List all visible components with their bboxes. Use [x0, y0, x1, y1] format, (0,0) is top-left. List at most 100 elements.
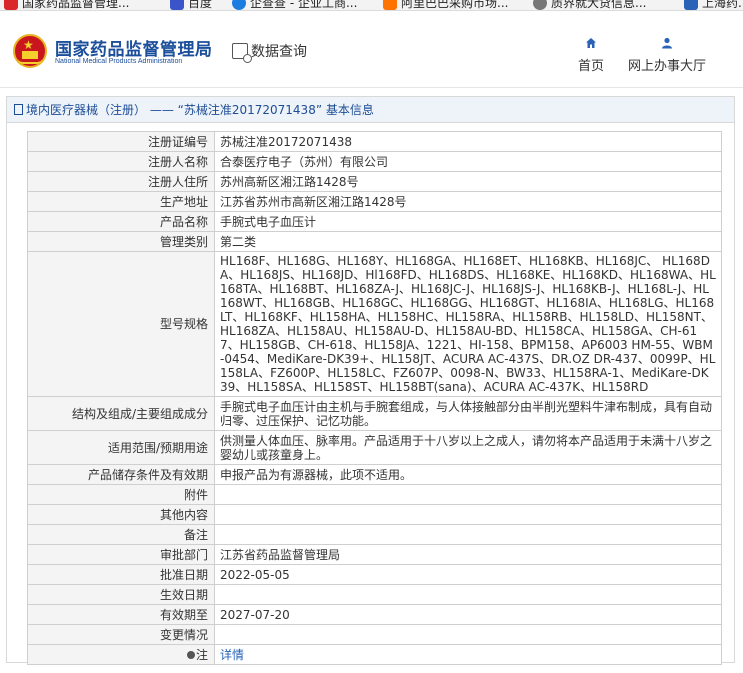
- table-row: 其他内容: [27, 504, 722, 525]
- bookmark-label: 企查查 - 企业工商...: [250, 0, 358, 10]
- field-label-text: 批准日期: [159, 567, 208, 582]
- nav-online-service-hall-label: 网上办事大厅: [627, 59, 706, 74]
- site-header: ★ 国家药品监督管理局 National Medical Products Ad…: [0, 11, 743, 88]
- bookmark-label: 上海药...: [702, 0, 743, 10]
- site-logo-title[interactable]: 国家药品监督管理局: [55, 35, 213, 60]
- bookmark-label: 百度: [188, 0, 213, 10]
- detail-panel: 境内医疗器械（注册） —— “苏械注准20172071438” 基本信息 注册证…: [6, 96, 735, 665]
- table-row: 型号规格 HL168F、HL168G、HL168Y、HL168GA、HL168ET…: [27, 251, 722, 397]
- field-label: 备注: [27, 524, 215, 545]
- field-label: 注册人名称: [27, 151, 215, 172]
- table-row: 适用范围/预期用途 供测量人体血压、脉率用。产品适用于十八岁以上之成人，请勿将本产…: [27, 430, 722, 465]
- field-value: [214, 584, 722, 605]
- field-value-text: 第二类: [220, 234, 257, 249]
- field-label-text: 注册证编号: [147, 134, 208, 149]
- field-label: 变更情况: [27, 624, 215, 645]
- nav-online-service-hall[interactable]: 网上办事大厅: [627, 37, 707, 74]
- field-label-text: 注册人名称: [147, 154, 208, 169]
- table-row: 生产地址 江苏省苏州市高新区湘江路1428号: [27, 191, 722, 212]
- field-value: 苏械注准20172071438: [214, 131, 722, 152]
- field-label: 产品名称: [27, 211, 215, 232]
- field-value-text: 手腕式电子血压计: [220, 214, 317, 229]
- field-label-text: 变更情况: [159, 627, 208, 642]
- field-label: 型号规格: [27, 251, 215, 397]
- field-value: [214, 504, 722, 525]
- bookmark-baidu[interactable]: 百度: [170, 0, 213, 10]
- field-value: [214, 524, 722, 545]
- field-label-text: 生产地址: [159, 194, 208, 209]
- field-value: 详情: [214, 644, 722, 665]
- table-row: 注详情: [27, 644, 722, 665]
- field-label: 生产地址: [27, 191, 215, 212]
- details-link[interactable]: 详情: [220, 648, 244, 662]
- field-label-text: 注: [195, 647, 208, 662]
- field-label: 产品储存条件及有效期: [27, 464, 215, 485]
- globe-icon: [533, 0, 547, 10]
- field-value: [214, 484, 722, 505]
- field-label-text: 备注: [183, 527, 208, 542]
- field-label-text: 适用范围/预期用途: [107, 440, 208, 455]
- field-label: 注: [27, 644, 215, 665]
- field-value: 江苏省苏州市高新区湘江路1428号: [214, 191, 722, 212]
- field-value: [214, 624, 722, 645]
- field-value: 第二类: [214, 231, 722, 252]
- field-label-text: 产品名称: [159, 214, 208, 229]
- table-row: 产品名称 手腕式电子血压计: [27, 211, 722, 232]
- field-label: 注册证编号: [27, 131, 215, 152]
- bookmark-qichacha[interactable]: 企查查 - 企业工商...: [232, 0, 358, 10]
- bookmark-label: 阿里巴巴采购市场...: [401, 0, 509, 10]
- field-value: 手腕式电子血压计由主机与手腕套组成，与人体接触部分由半削光塑料牛津布制成，具有自…: [214, 396, 722, 431]
- field-label-text: 管理类别: [159, 234, 208, 249]
- field-label: 其他内容: [27, 504, 215, 525]
- field-label: 结构及组成/主要组成成分: [27, 396, 215, 431]
- data-query-label: 数据查询: [251, 44, 307, 60]
- table-row: 变更情况: [27, 624, 722, 645]
- field-value: 2027-07-20: [214, 604, 722, 625]
- field-label-text: 生效日期: [159, 587, 208, 602]
- table-row: 审批部门 江苏省药品监督管理局: [27, 544, 722, 565]
- bookmark-info[interactable]: 质界就大贷信息...: [533, 0, 647, 10]
- field-label-text: 审批部门: [159, 547, 208, 562]
- qichacha-icon: [232, 0, 246, 10]
- table-row: 注册人住所 苏州高新区湘江路1428号: [27, 171, 722, 192]
- table-row: 注册人名称 合泰医疗电子（苏州）有限公司: [27, 151, 722, 172]
- field-value-text: 苏械注准20172071438: [220, 134, 352, 149]
- field-value: 手腕式电子血压计: [214, 211, 722, 232]
- field-label-text: 型号规格: [159, 317, 208, 331]
- field-value-text: HL168F、HL168G、HL168Y、HL168GA、HL168ET、HL1…: [220, 254, 716, 394]
- field-label-text: 结构及组成/主要组成成分: [71, 406, 208, 421]
- field-label-text: 有效期至: [159, 607, 208, 622]
- field-label: 有效期至: [27, 604, 215, 625]
- user-icon: [627, 37, 707, 50]
- field-value: 2022-05-05: [214, 564, 722, 585]
- table-row: 注册证编号 苏械注准20172071438: [27, 131, 722, 152]
- field-label: 审批部门: [27, 544, 215, 565]
- field-value-text: 申报产品为有源器械，此项不适用。: [220, 467, 413, 482]
- bookmark-alibaba[interactable]: 阿里巴巴采购市场...: [383, 0, 509, 10]
- bookmark-label: 质界就大贷信息...: [551, 0, 647, 10]
- field-value-text: 江苏省苏州市高新区湘江路1428号: [220, 194, 407, 209]
- bookmarks-bar: 国家药品监督管理... 百度 企查查 - 企业工商... 阿里巴巴采购市场...…: [0, 0, 743, 11]
- table-row: 附件: [27, 484, 722, 505]
- table-row: 产品储存条件及有效期 申报产品为有源器械，此项不适用。: [27, 464, 722, 485]
- field-value-text: 2027-07-20: [220, 607, 290, 622]
- data-query-link[interactable]: 数据查询: [232, 41, 307, 63]
- field-label: 生效日期: [27, 584, 215, 605]
- table-row: 生效日期: [27, 584, 722, 605]
- bookmark-label: 国家药品监督管理...: [22, 0, 130, 10]
- table-row: 管理类别 第二类: [27, 231, 722, 252]
- field-value: HL168F、HL168G、HL168Y、HL168GA、HL168ET、HL1…: [214, 251, 722, 397]
- field-value: 申报产品为有源器械，此项不适用。: [214, 464, 722, 485]
- home-icon: [575, 37, 607, 50]
- field-value: 苏州高新区湘江路1428号: [214, 171, 722, 192]
- alibaba-icon: [383, 0, 397, 10]
- table-row: 结构及组成/主要组成成分 手腕式电子血压计由主机与手腕套组成，与人体接触部分由半削…: [27, 396, 722, 431]
- field-value-text: 2022-05-05: [220, 567, 290, 582]
- field-label-text: 注册人住所: [147, 174, 208, 189]
- bookmark-shanghai[interactable]: 上海药...: [684, 0, 743, 10]
- bookmark-nmpa[interactable]: 国家药品监督管理...: [4, 0, 130, 10]
- field-label-text: 产品储存条件及有效期: [87, 467, 208, 482]
- nav-home[interactable]: 首页: [575, 37, 607, 74]
- national-emblem-icon[interactable]: ★: [13, 34, 47, 68]
- basic-info-table: 注册证编号 苏械注准20172071438 注册人名称 合泰医疗电子（苏州）有限公司注…: [27, 131, 722, 665]
